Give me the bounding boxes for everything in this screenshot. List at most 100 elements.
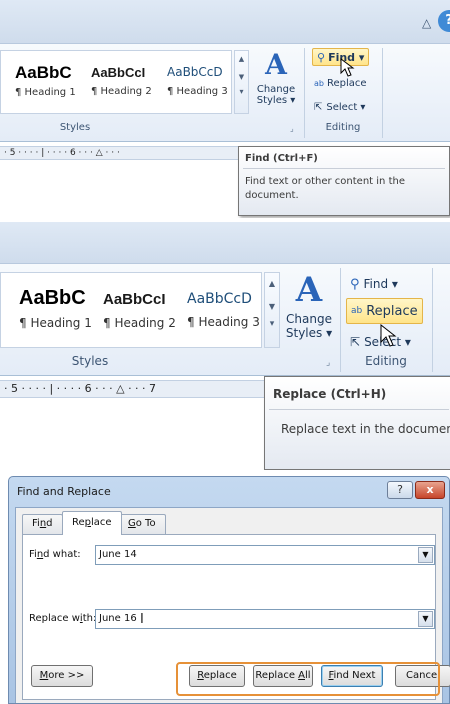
find-what-label: Find what: — [29, 549, 81, 560]
style-heading-3[interactable]: AaBbCcD ¶ Heading 3 — [167, 65, 233, 97]
styles-dialog-launcher-icon[interactable]: ⌟ — [290, 124, 294, 133]
style-preview: AaBbCcD — [187, 291, 252, 307]
style-heading-2[interactable]: AaBbCcI ¶ Heading 2 — [91, 65, 163, 97]
style-label: ¶ Heading 2 — [91, 86, 152, 97]
change-styles-icon: A — [265, 48, 287, 81]
editing-group-label: Editing — [365, 354, 407, 368]
select-arrow-icon: ⇱ — [350, 335, 361, 349]
style-heading-2[interactable]: AaBbCcI ¶ Heading 2 — [103, 291, 185, 330]
change-styles-button[interactable]: A Change Styles ▾ — [254, 50, 298, 122]
dialog-help-button[interactable]: ? — [387, 481, 413, 499]
btn-text: ore >> — [48, 670, 85, 681]
text-cursor-icon: I — [140, 612, 144, 627]
style-label: ¶ Heading 1 — [15, 87, 76, 98]
tooltip-body: Find text or other content in the docume… — [245, 176, 405, 201]
select-label: Select ▾ — [326, 101, 366, 113]
tooltip-title: Find (Ctrl+F) — [245, 153, 318, 164]
style-preview: AaBbCcI — [91, 65, 146, 80]
ribbon-panel-find: △ ? AaBbC ¶ Heading 1 AaBbCcI ¶ Heading … — [0, 0, 450, 218]
styles-scroll[interactable]: ▲ ▼ ▾ — [264, 272, 280, 348]
style-preview: AaBbC — [15, 63, 72, 82]
styles-group-label: Styles — [59, 122, 91, 133]
dialog-title: Find and Replace — [17, 485, 111, 498]
change-styles-label-2: Styles ▾ — [285, 326, 333, 340]
change-styles-button[interactable]: A Change Styles ▾ — [284, 272, 334, 352]
replace-label: Replace — [366, 303, 418, 319]
replace-label: Replace — [326, 77, 367, 89]
tab-go-to[interactable]: Go To — [118, 514, 166, 534]
tab-text: d — [46, 518, 53, 529]
gallery-more-icon[interactable]: ▾ — [265, 319, 279, 329]
binoculars-icon: ⚲ — [350, 276, 360, 292]
scroll-down-icon[interactable]: ▼ — [265, 302, 279, 311]
tab-text: Fi — [32, 518, 40, 529]
help-icon[interactable]: ? — [438, 10, 450, 32]
style-label: ¶ Heading 3 — [187, 315, 260, 329]
minimize-ribbon-icon[interactable]: △ — [422, 16, 431, 30]
select-button[interactable]: ⇱ Select ▾ — [314, 98, 365, 116]
style-heading-3[interactable]: AaBbCcD ¶ Heading 3 — [187, 291, 263, 329]
select-arrow-icon: ⇱ — [314, 101, 323, 113]
divider — [304, 48, 305, 138]
tab-accelerator: G — [128, 518, 136, 529]
change-styles-label-1: Change — [256, 84, 296, 95]
style-label: ¶ Heading 2 — [103, 316, 176, 330]
replace-tooltip: Replace (Ctrl+H) Replace text in the doc… — [264, 376, 450, 470]
dialog-close-button[interactable]: x — [415, 481, 445, 499]
replace-with-dropdown-icon[interactable]: ▼ — [418, 611, 433, 627]
gallery-more-icon[interactable]: ▾ — [235, 87, 248, 96]
style-heading-1[interactable]: AaBbC ¶ Heading 1 — [15, 63, 85, 98]
tab-replace[interactable]: Replace — [62, 511, 122, 535]
scroll-up-icon[interactable]: ▲ — [265, 279, 279, 288]
label-text: d what: — [43, 549, 81, 560]
styles-gallery[interactable]: AaBbC ¶ Heading 1 AaBbCcI ¶ Heading 2 Aa… — [0, 50, 232, 114]
replace-with-input[interactable]: June 16 I ▼ — [95, 609, 435, 629]
replace-with-label: Replace with: — [29, 613, 96, 624]
mouse-pointer-icon — [380, 324, 397, 347]
more-button[interactable]: More >> — [31, 665, 93, 687]
tab-find[interactable]: Find — [22, 514, 63, 534]
change-styles-icon: A — [295, 270, 323, 310]
replace-button[interactable]: ab Replace — [346, 298, 423, 324]
tab-text: Re — [72, 517, 85, 528]
highlight-callout — [176, 662, 440, 696]
styles-scroll[interactable]: ▲ ▼ ▾ — [234, 50, 249, 114]
style-label: ¶ Heading 3 — [167, 86, 228, 97]
title-strip: △ ? — [0, 0, 450, 44]
find-what-value: June 14 — [99, 549, 137, 560]
find-label: Find ▾ — [363, 277, 398, 291]
tooltip-title: Replace (Ctrl+H) — [273, 387, 387, 401]
ribbon-panel-replace: AaBbC ¶ Heading 1 AaBbCcI ¶ Heading 2 Aa… — [0, 222, 450, 470]
find-what-dropdown-icon[interactable]: ▼ — [418, 547, 433, 563]
horizontal-ruler[interactable]: · 5 · · · · | · · · · 6 · · · △ · · · — [0, 146, 238, 160]
style-preview: AaBbCcI — [103, 291, 166, 308]
ribbon-body: AaBbC ¶ Heading 1 AaBbCcI ¶ Heading 2 Aa… — [0, 44, 450, 142]
style-heading-1[interactable]: AaBbC ¶ Heading 1 — [19, 287, 99, 330]
tab-text: lace — [91, 517, 112, 528]
divider — [382, 48, 383, 138]
divider — [340, 268, 341, 372]
replace-with-value: June 16 — [99, 613, 137, 624]
change-styles-label-1: Change — [286, 312, 332, 326]
change-styles-label-2: Styles ▾ — [256, 95, 296, 106]
tooltip-body: Replace text in the documen — [281, 422, 450, 436]
find-tooltip: Find (Ctrl+F) Find text or other content… — [238, 146, 450, 216]
scroll-down-icon[interactable]: ▼ — [235, 73, 248, 81]
style-preview: AaBbCcD — [167, 65, 223, 79]
binoculars-icon: ⚲ — [317, 50, 326, 64]
mouse-pointer-icon — [340, 58, 355, 77]
editing-group-label: Editing — [325, 122, 361, 133]
styles-gallery[interactable]: AaBbC ¶ Heading 1 AaBbCcI ¶ Heading 2 Aa… — [0, 272, 262, 348]
ribbon-body: AaBbC ¶ Heading 1 AaBbCcI ¶ Heading 2 Aa… — [0, 264, 450, 376]
style-label: ¶ Heading 1 — [19, 316, 92, 330]
styles-dialog-launcher-icon[interactable]: ⌟ — [326, 358, 330, 368]
title-strip — [0, 222, 450, 264]
label-text: Replace w — [29, 613, 80, 624]
btn-accelerator: M — [39, 670, 49, 681]
style-preview: AaBbC — [19, 287, 86, 309]
find-what-input[interactable]: June 14 ▼ — [95, 545, 435, 565]
find-button[interactable]: ⚲ Find ▾ — [350, 274, 398, 294]
replace-icon: ab — [351, 306, 363, 316]
scroll-up-icon[interactable]: ▲ — [235, 55, 248, 63]
label-text: Fi — [29, 549, 37, 560]
